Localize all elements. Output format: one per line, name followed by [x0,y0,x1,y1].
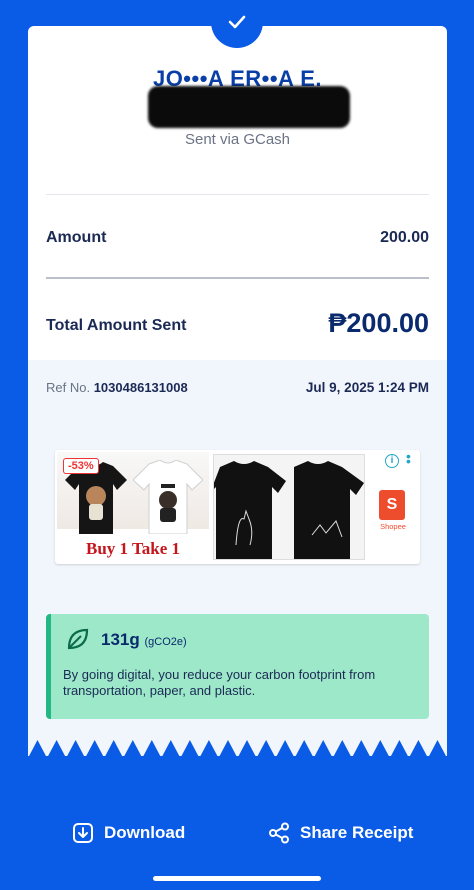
reference-number: Ref No. 1030486131008 [46,380,188,395]
share-icon [269,822,289,844]
carbon-footprint-card: 131g (gCO2e) By going digital, you reduc… [46,614,429,719]
share-receipt-label: Share Receipt [300,823,414,842]
promo-text: Buy 1 Take 1 [57,536,209,562]
details-section: Ref No. 1030486131008 Jul 9, 2025 1:24 P… [28,360,447,756]
carbon-amount: 131g [101,630,140,649]
carbon-unit: (gCO2e) [144,636,187,648]
home-indicator [153,876,321,881]
leaf-icon [67,628,89,650]
receipt-torn-edge [28,740,447,758]
ad-product-image-1[interactable]: -53% Buy 1 Take 1 [57,452,209,562]
white-shirt-icon [133,460,203,534]
sent-via-label: Sent via GCash [184,131,291,148]
divider [46,194,429,195]
shopee-label: Shopee [380,522,406,531]
divider-thick [46,277,429,279]
ad-product-image-2[interactable] [210,454,365,560]
amount-label: Amount [46,229,107,246]
share-receipt-button[interactable]: Share Receipt [268,822,413,844]
shopee-logo: S [379,490,405,520]
download-icon [73,823,93,843]
download-label: Download [104,823,186,842]
action-bar: Download Share Receipt [0,800,474,870]
reference-label: Ref No. [46,380,91,395]
discount-badge: -53% [63,458,99,474]
carbon-value: 131g (gCO2e) [101,630,187,650]
info-icon[interactable]: i [385,454,399,468]
carbon-message: By going digital, you reduce your carbon… [63,667,376,698]
more-options-icon[interactable]: • • [406,450,411,468]
total-value: ₱200.00 [328,308,429,338]
redaction-mark [148,86,350,128]
transaction-datetime: Jul 9, 2025 1:24 PM [305,380,429,395]
reference-value: 1030486131008 [93,380,188,395]
amount-value: 200.00 [380,229,429,246]
black-shirts-icon [210,461,364,559]
receipt-card: JO•••A ER••A E. +63 976 638 7716 Sent vi… [28,26,447,758]
advertisement-banner[interactable]: -53% Buy 1 Take 1 i • • S Shopee [55,450,420,564]
download-button[interactable]: Download [72,822,185,844]
total-label: Total Amount Sent [46,317,187,334]
